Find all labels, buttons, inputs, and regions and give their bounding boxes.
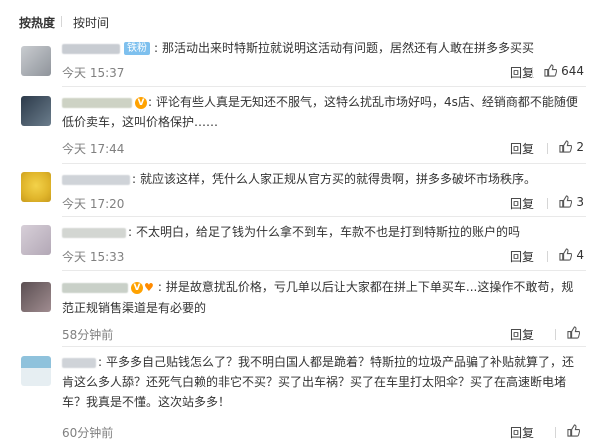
username[interactable]	[62, 174, 130, 185]
avatar[interactable]	[21, 46, 51, 76]
tab-sort-by-hot[interactable]: 按热度	[19, 14, 55, 31]
comment-meta: 今天 17:20 回复 3	[62, 195, 584, 211]
comment-text: 那活动出来时特斯拉就说明这活动有问题，居然还有人敢在拼多多买买	[162, 41, 535, 55]
comment-text: 平多多自己贴钱怎么了？我不明白国人都是跪着？特斯拉的垃圾产品骗了补贴就算了，还肯…	[62, 355, 575, 409]
avatar[interactable]	[21, 282, 51, 312]
fan-badge: 铁粉	[124, 42, 150, 55]
avatar[interactable]	[21, 96, 51, 126]
comment-meta: 今天 15:33 回复 4	[62, 248, 584, 264]
comment-text: 不太明白，给足了钱为什么拿不到车，车款不也是打到特斯拉的账户的吗	[136, 225, 521, 239]
comment-meta: 今天 15:37 回复 644	[62, 64, 584, 80]
divider	[62, 270, 586, 271]
divider	[62, 163, 586, 164]
verified-icon: V	[135, 97, 147, 109]
reply-button[interactable]: 回复	[510, 326, 534, 343]
comment-body: : 平多多自己贴钱怎么了？我不明白国人都是跪着？特斯拉的垃圾产品骗了补贴就算了，还…	[62, 355, 575, 409]
like-button[interactable]: 4	[547, 248, 584, 264]
username[interactable]	[62, 282, 128, 293]
verified-icon: V	[131, 282, 143, 294]
reply-button[interactable]: 回复	[510, 64, 534, 81]
heart-icon: ♥	[144, 281, 154, 294]
like-count: 3	[576, 195, 584, 209]
thumbs-up-icon	[559, 140, 573, 156]
like-button[interactable]	[555, 326, 584, 342]
comment-body: V ♥: 拼是故意扰乱价格，亏几单以后让大家都在拼上下单买车...这操作不敢苟，规范…	[62, 280, 574, 315]
sort-tabs: 按热度 按时间	[0, 0, 600, 40]
comment-time: 今天 15:33	[62, 250, 125, 264]
comment-time: 58分钟前	[62, 328, 114, 342]
comment-meta: 58分钟前 回复	[62, 326, 584, 342]
reply-button[interactable]: 回复	[510, 424, 534, 441]
username[interactable]	[62, 97, 132, 108]
divider	[62, 346, 586, 347]
comment-body: V: 评论有些人真是无知还不服气，这特么扰乱市场好吗，4s店、经销商都不能随便低价…	[62, 95, 578, 129]
like-count: 4	[576, 248, 584, 262]
comment-time: 今天 15:37	[62, 66, 125, 80]
comment-text: 就应该这样，凭什么人家正规从官方买的就得贵啊，拼多多破坏市场秩序。	[140, 172, 537, 186]
like-button[interactable]	[555, 424, 584, 440]
comment-time: 60分钟前	[62, 426, 114, 440]
like-button[interactable]: 644	[532, 64, 584, 80]
avatar[interactable]	[21, 225, 51, 255]
thumbs-up-icon	[567, 326, 581, 342]
comment-body: : 就应该这样，凭什么人家正规从官方买的就得贵啊，拼多多破坏市场秩序。	[62, 169, 584, 189]
comment-meta: 今天 17:44 回复 2	[62, 140, 584, 156]
thumbs-up-icon	[544, 64, 558, 80]
thumbs-up-icon	[567, 424, 581, 440]
thumbs-up-icon	[559, 195, 573, 211]
comment-time: 今天 17:20	[62, 197, 125, 211]
like-count: 2	[576, 140, 584, 154]
tab-divider	[61, 16, 62, 27]
avatar[interactable]	[21, 356, 51, 386]
avatar[interactable]	[21, 172, 51, 202]
username[interactable]	[62, 227, 126, 238]
comment-meta: 60分钟前 回复	[62, 424, 584, 440]
tab-sort-by-time[interactable]: 按时间	[73, 14, 109, 31]
divider	[62, 216, 586, 217]
comment-time: 今天 17:44	[62, 142, 125, 156]
divider	[62, 86, 586, 87]
like-count: 644	[561, 64, 584, 78]
like-button[interactable]: 3	[547, 195, 584, 211]
reply-button[interactable]: 回复	[510, 248, 534, 265]
comment-body: 铁粉: 那活动出来时特斯拉就说明这活动有问题，居然还有人敢在拼多多买买	[62, 38, 584, 58]
like-button[interactable]: 2	[547, 140, 584, 156]
username[interactable]	[62, 43, 120, 54]
comment-body: : 不太明白，给足了钱为什么拿不到车，车款不也是打到特斯拉的账户的吗	[62, 222, 584, 242]
thumbs-up-icon	[559, 248, 573, 264]
username[interactable]	[62, 357, 96, 368]
reply-button[interactable]: 回复	[510, 140, 534, 157]
reply-button[interactable]: 回复	[510, 195, 534, 212]
